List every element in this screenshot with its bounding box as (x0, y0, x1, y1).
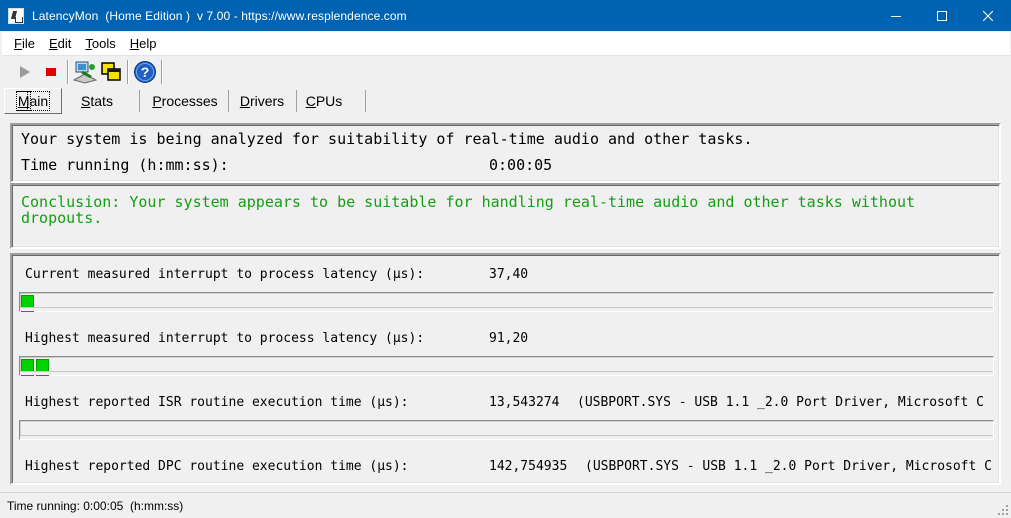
status-bar-text: Time running: 0:00:05 (h:mm:ss) (7, 498, 184, 513)
resize-grip-icon[interactable] (997, 504, 1009, 516)
tab-stats-accel: S (81, 93, 91, 109)
play-icon (20, 66, 30, 78)
tab-cpus-label: PUs (315, 93, 343, 109)
toolbar-separator (127, 60, 129, 84)
menu-edit[interactable]: Edit (39, 36, 75, 51)
tab-drivers[interactable]: Drivers (233, 88, 291, 114)
help-button[interactable]: ? (132, 59, 158, 85)
stop-button[interactable] (38, 59, 64, 85)
toolbar-separator (161, 60, 163, 84)
status-bar: Time running: 0:00:05 (h:mm:ss) (0, 492, 1011, 518)
tab-divider (139, 90, 140, 112)
stop-icon (46, 68, 56, 76)
window-title: LatencyMon (Home Edition ) v 7.00 - http… (32, 8, 407, 23)
dpc-driver-info: (USBPORT.SYS - USB 1.1 _2.0 Port Driver,… (585, 459, 992, 474)
svg-text:?: ? (141, 64, 150, 80)
isr-driver-info: (USBPORT.SYS - USB 1.1 _2.0 Port Driver,… (577, 395, 984, 410)
tab-drivers-accel: D (239, 93, 250, 109)
close-button[interactable] (965, 0, 1011, 31)
windows-button[interactable] (98, 59, 124, 85)
menu-file-accel: F (14, 36, 22, 51)
menu-tools-label: ools (91, 36, 116, 51)
tab-divider (296, 90, 297, 112)
tab-divider (365, 90, 366, 112)
isr-time-value: 13,543274 (489, 395, 560, 410)
menu-help-label: elp (139, 36, 157, 51)
conclusion-text: Conclusion: Your system appears to be su… (21, 193, 916, 227)
conclusion-pane: Conclusion: Your system appears to be su… (10, 183, 1001, 249)
dpc-time-value: 142,754935 (489, 459, 568, 474)
time-running-label: Time running (h:mm:ss): (21, 156, 229, 174)
tab-cpus-accel: C (305, 93, 316, 109)
dpc-time-label: Highest reported DPC routine execution t… (25, 459, 409, 474)
bar-baseline (20, 371, 993, 375)
tab-stats-label: tats (90, 93, 113, 109)
bar-baseline (20, 435, 993, 439)
tab-main-label: ain (27, 91, 51, 111)
isr-time-bar (19, 420, 994, 440)
tab-cpus[interactable]: C PUs (301, 88, 347, 114)
metrics-pane: Current measured interrupt to process la… (10, 253, 1001, 485)
menu-edit-label: dit (57, 36, 72, 51)
tab-divider (228, 90, 229, 112)
bar-track (21, 422, 992, 435)
analysis-message: Your system is being analyzed for suitab… (21, 130, 753, 148)
tab-main-accel: M (15, 91, 32, 111)
menu-file[interactable]: File (2, 36, 39, 51)
minimize-button[interactable] (873, 0, 919, 31)
toolbar: ? (2, 57, 1010, 87)
highest-latency-label: Highest measured interrupt to process la… (25, 331, 425, 346)
time-running-value: 0:00:05 (489, 156, 553, 174)
window-controls (873, 0, 1011, 31)
current-latency-bar (19, 292, 994, 312)
analysis-status-pane: Your system is being analyzed for suitab… (10, 123, 1001, 183)
bar-track (21, 358, 992, 376)
highest-latency-bar (19, 356, 994, 376)
start-button[interactable] (12, 59, 38, 85)
computer-analyze-icon (73, 61, 97, 84)
menu-edit-accel: E (48, 36, 58, 51)
bar-track (21, 294, 992, 312)
menu-help-accel: H (129, 36, 140, 51)
toolbar-separator (67, 60, 69, 84)
current-latency-value: 37,40 (489, 267, 529, 282)
highest-latency-value: 91,20 (489, 331, 529, 346)
menu-file-label: ile (21, 36, 35, 51)
isr-time-label: Highest reported ISR routine execution t… (25, 395, 409, 410)
app-icon (8, 7, 24, 24)
analyze-button[interactable] (72, 59, 98, 85)
menu-bar: File Edit Tools Help (2, 32, 1010, 56)
tab-stats[interactable]: Stats (72, 88, 122, 114)
tab-strip: Main Stats Processes Drivers C PUs (0, 86, 1011, 116)
current-latency-label: Current measured interrupt to process la… (25, 267, 425, 282)
tab-processes-label: rocesses (161, 93, 218, 109)
help-icon: ? (134, 61, 156, 83)
title-bar: LatencyMon (Home Edition ) v 7.00 - http… (0, 0, 1011, 31)
menu-help[interactable]: Help (120, 36, 161, 51)
tab-processes-accel: P (152, 93, 162, 109)
close-icon (983, 10, 993, 21)
menu-tools[interactable]: Tools (75, 36, 119, 51)
minimize-icon (891, 15, 901, 17)
tab-main[interactable]: Main (4, 88, 62, 114)
maximize-icon (937, 10, 947, 21)
tab-processes[interactable]: Processes (144, 88, 226, 114)
bar-baseline (20, 307, 993, 311)
maximize-button[interactable] (919, 0, 965, 31)
windows-icon (101, 62, 121, 81)
tab-drivers-label: rivers (249, 93, 285, 109)
